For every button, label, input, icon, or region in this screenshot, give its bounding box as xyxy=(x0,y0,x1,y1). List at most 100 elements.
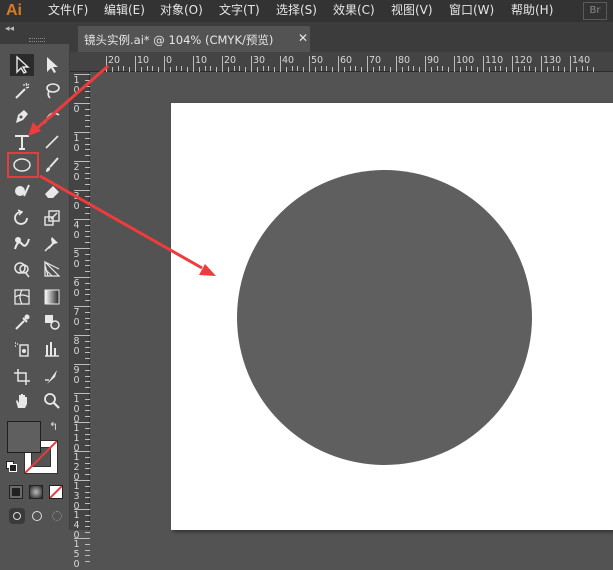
ruler-minor-tick xyxy=(436,66,438,71)
ruler-minor-tick xyxy=(85,172,90,174)
artboard-tool[interactable] xyxy=(10,366,34,388)
draw-normal-button[interactable] xyxy=(9,508,25,524)
hand-tool[interactable] xyxy=(10,390,34,412)
document-tab[interactable]: 镜头实例.ai* @ 104% (CMYK/预览) ✕ xyxy=(78,26,310,52)
ruler-minor-tick xyxy=(140,67,142,72)
swap-colors-icon[interactable]: ↰ xyxy=(49,420,58,433)
ruler-tick xyxy=(454,56,455,72)
scale-icon xyxy=(44,210,60,226)
ellipse-shape[interactable] xyxy=(237,170,532,465)
menu-view[interactable]: 视图(V) xyxy=(391,0,433,22)
curvature-tool[interactable] xyxy=(40,106,64,128)
puppet-warp-icon xyxy=(44,237,58,252)
rotate-tool[interactable] xyxy=(10,207,34,229)
selection-tool[interactable] xyxy=(10,54,34,76)
menu-select[interactable]: 选择(S) xyxy=(276,0,317,22)
ruler-minor-tick xyxy=(459,67,461,72)
color-mode-button[interactable] xyxy=(9,485,23,499)
close-icon[interactable]: ✕ xyxy=(298,31,308,45)
mesh-tool[interactable] xyxy=(10,286,34,308)
blend-tool[interactable] xyxy=(40,311,64,333)
ruler-minor-tick xyxy=(85,427,90,429)
none-mode-button[interactable] xyxy=(49,485,63,499)
ruler-minor-tick xyxy=(326,66,328,71)
shaper-tool[interactable] xyxy=(10,180,34,202)
menu-help[interactable]: 帮助(H) xyxy=(511,0,553,22)
gradient-icon xyxy=(44,289,60,305)
scale-tool[interactable] xyxy=(40,207,64,229)
zoom-tool[interactable] xyxy=(40,390,64,412)
blend-icon xyxy=(45,315,60,330)
lasso-tool[interactable] xyxy=(40,80,64,102)
ruler-minor-tick xyxy=(85,288,90,290)
ruler-tick xyxy=(396,56,397,72)
vertical-ruler[interactable]: 100102030405060708090100110120130140150 xyxy=(70,72,90,570)
lasso-icon xyxy=(46,83,60,99)
grip-icon[interactable] xyxy=(29,38,45,42)
ruler-label: 50 xyxy=(73,249,80,270)
ruler-minor-tick xyxy=(85,259,90,261)
default-colors-icon[interactable] xyxy=(6,461,17,472)
bridge-button[interactable]: Br xyxy=(583,2,607,20)
symbol-sprayer-icon xyxy=(15,342,29,357)
menu-effect[interactable]: 效果(C) xyxy=(333,0,375,22)
draw-inside-button[interactable] xyxy=(49,508,65,524)
menu-file[interactable]: 文件(F) xyxy=(48,0,88,22)
warp-tool[interactable] xyxy=(10,233,34,255)
ruler-minor-tick xyxy=(85,294,90,296)
direct-selection-tool[interactable] xyxy=(40,54,64,76)
ruler-minor-tick xyxy=(85,207,90,209)
ruler-minor-tick xyxy=(593,67,595,72)
selection-icon xyxy=(16,55,30,74)
ruler-minor-tick xyxy=(85,242,90,244)
column-graph-tool[interactable] xyxy=(40,338,64,360)
paintbrush-tool[interactable] xyxy=(40,154,64,176)
draw-behind-button[interactable] xyxy=(29,508,45,524)
horizontal-ruler[interactable]: 20 10 0 10 20 30 40 50 60 70 80 90 100 110 120 130 140 xyxy=(70,52,613,72)
ruler-minor-tick xyxy=(332,67,334,72)
line-tool[interactable] xyxy=(40,131,64,153)
eraser-tool[interactable] xyxy=(40,180,64,202)
menu-window[interactable]: 窗口(W) xyxy=(449,0,494,22)
gradient-mode-button[interactable] xyxy=(29,485,43,499)
hand-icon xyxy=(16,394,27,408)
zoom-icon xyxy=(44,393,60,409)
ruler-minor-tick xyxy=(85,346,90,348)
ruler-label: 120 xyxy=(514,55,533,66)
collapse-icon[interactable]: ◂◂ xyxy=(5,24,14,34)
ruler-minor-tick xyxy=(85,410,90,412)
eraser-icon xyxy=(45,186,59,198)
menu-object[interactable]: 对象(O) xyxy=(160,0,203,22)
puppet-warp-tool[interactable] xyxy=(40,233,64,255)
ruler-minor-tick xyxy=(506,67,508,72)
type-tool[interactable] xyxy=(10,131,34,153)
magic-wand-tool[interactable] xyxy=(10,80,34,102)
ruler-minor-tick xyxy=(233,66,235,71)
slice-tool[interactable] xyxy=(40,366,64,388)
ruler-minor-tick xyxy=(413,66,415,71)
gradient-tool[interactable] xyxy=(40,286,64,308)
ruler-minor-tick xyxy=(85,201,90,203)
ruler-label: 30 xyxy=(253,55,266,66)
fill-swatch[interactable] xyxy=(7,421,41,453)
menu-type[interactable]: 文字(T) xyxy=(219,0,260,22)
eyedropper-tool[interactable] xyxy=(10,311,34,333)
ruler-minor-tick xyxy=(564,67,566,72)
ruler-label: 110 xyxy=(485,55,504,66)
ruler-minor-tick xyxy=(372,67,374,72)
ruler-minor-tick xyxy=(216,67,218,72)
symbol-sprayer-tool[interactable] xyxy=(10,338,34,360)
ruler-minor-tick xyxy=(85,433,90,435)
ruler-label: 20 xyxy=(73,162,80,183)
menu-edit[interactable]: 编辑(E) xyxy=(104,0,145,22)
ruler-minor-tick xyxy=(85,178,90,180)
shape-builder-tool[interactable] xyxy=(10,258,34,280)
ruler-minor-tick xyxy=(117,66,119,71)
ruler-minor-tick xyxy=(129,67,131,72)
ruler-label: 80 xyxy=(73,336,80,357)
perspective-grid-tool[interactable] xyxy=(40,258,64,280)
ruler-minor-tick xyxy=(297,66,299,71)
pen-tool[interactable] xyxy=(10,106,34,128)
ruler-minor-tick xyxy=(85,491,90,493)
ruler-minor-tick xyxy=(85,311,90,313)
